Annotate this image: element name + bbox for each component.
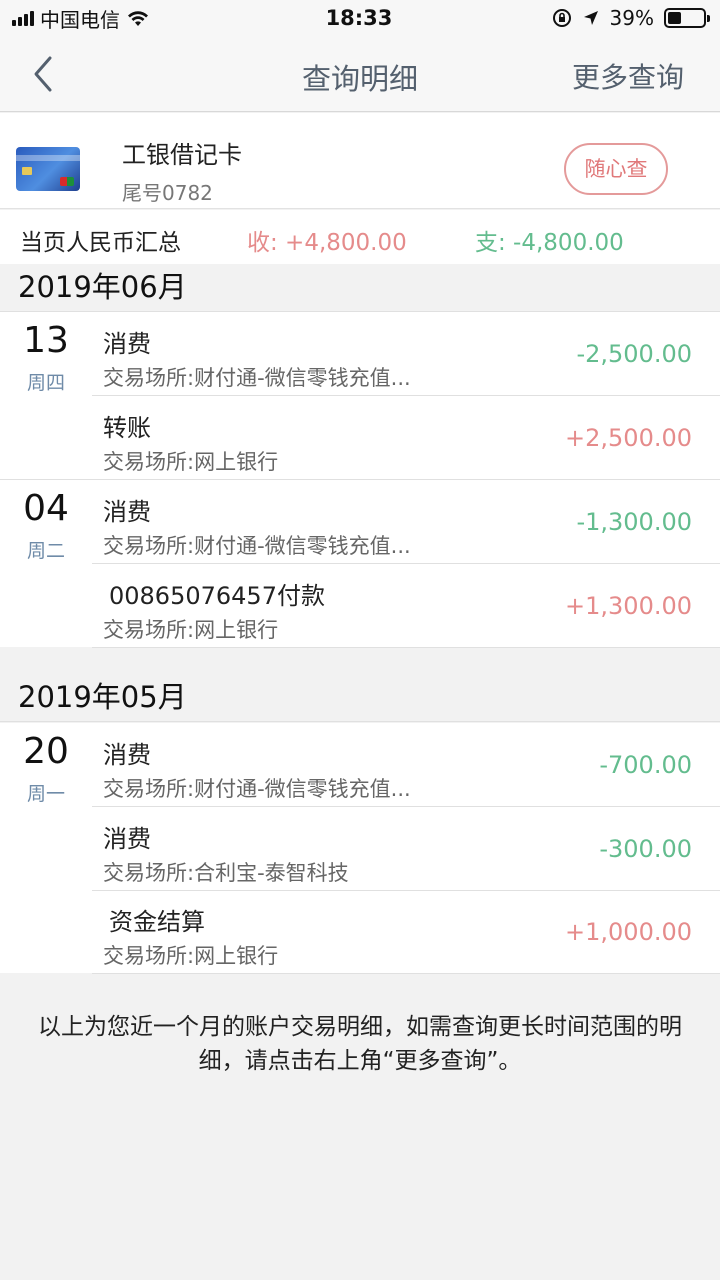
- battery-fill: [668, 12, 682, 24]
- txn-location: 交易场所:财付通-微信零钱充值...: [103, 534, 411, 558]
- transaction-row[interactable]: 消费 交易场所:财付通-微信零钱充值... -700.00: [92, 723, 720, 807]
- txn-title: 转账: [103, 414, 151, 442]
- month-header: 2019年06月: [0, 264, 720, 312]
- txn-amount: -2,500.00: [576, 340, 692, 368]
- txn-title: 消费: [103, 825, 151, 853]
- day-group: 04 周二 消费 交易场所:财付通-微信零钱充值... -1,300.00 00…: [0, 480, 720, 648]
- summary-expense: 支: -4,800.00: [475, 230, 624, 256]
- txn-title: 消费: [103, 330, 151, 358]
- txn-location: 交易场所:网上银行: [103, 618, 279, 642]
- txn-location: 交易场所:财付通-微信零钱充值...: [103, 366, 411, 390]
- battery-icon: [664, 8, 710, 28]
- day-group: 20 周一 消费 交易场所:财付通-微信零钱充值... -700.00 消费 交…: [0, 723, 720, 974]
- card-name: 工银借记卡: [122, 141, 242, 169]
- transaction-row[interactable]: 资金结算 交易场所:网上银行 +1,000.00: [92, 890, 720, 974]
- battery-percent: 39%: [609, 6, 654, 30]
- orientation-lock-icon: [552, 9, 571, 27]
- day-number: 20: [23, 731, 69, 772]
- day-weekday: 周四: [26, 372, 65, 394]
- card-info: 工银借记卡 尾号0782 随心查: [0, 113, 720, 209]
- txn-location: 交易场所:网上银行: [103, 450, 279, 474]
- more-query-button[interactable]: 更多查询: [572, 56, 684, 96]
- location-icon: [583, 11, 598, 25]
- txn-title: 消费: [103, 741, 151, 769]
- status-left: 中国电信: [12, 4, 272, 33]
- txn-title: 消费: [103, 498, 151, 526]
- back-button[interactable]: [22, 52, 66, 96]
- txn-amount: +2,500.00: [565, 424, 692, 452]
- day-weekday: 周一: [26, 783, 65, 805]
- footer-note: 以上为您近一个月的账户交易明细，如需查询更长时间范围的明细，请点击右上角“更多查…: [38, 1014, 682, 1074]
- txn-title: 00865076457付款: [109, 582, 325, 610]
- summary-row: 当页人民币汇总 收: +4,800.00 支: -4,800.00: [0, 210, 720, 264]
- month-header: 2019年05月: [0, 674, 720, 722]
- bank-card-icon: [16, 147, 80, 191]
- carrier-label: 中国电信: [40, 7, 120, 32]
- wifi-icon: [128, 11, 148, 26]
- transaction-row[interactable]: 消费 交易场所:合利宝-泰智科技 -300.00: [92, 807, 720, 891]
- transaction-row[interactable]: 00865076457付款 交易场所:网上银行 +1,300.00: [92, 564, 720, 648]
- card-tail-number: 尾号0782: [122, 181, 213, 205]
- txn-amount: -700.00: [599, 751, 692, 779]
- transaction-row[interactable]: 消费 交易场所:财付通-微信零钱充值... -2,500.00: [92, 312, 720, 396]
- summary-income: 收: +4,800.00: [247, 230, 407, 256]
- day-group: 13 周四 消费 交易场所:财付通-微信零钱充值... -2,500.00 转账…: [0, 312, 720, 480]
- day-number: 04: [23, 488, 69, 529]
- summary-label: 当页人民币汇总: [20, 230, 181, 256]
- clock: 18:33: [325, 6, 393, 30]
- status-right: 39%: [446, 6, 710, 30]
- txn-amount: -300.00: [599, 835, 692, 863]
- day-weekday: 周二: [26, 540, 65, 562]
- txn-amount: -1,300.00: [576, 508, 692, 536]
- txn-location: 交易场所:合利宝-泰智科技: [103, 861, 349, 885]
- nav-bar: 查询明细 更多查询: [0, 36, 720, 112]
- back-chevron-icon: [34, 56, 52, 92]
- txn-amount: +1,300.00: [565, 592, 692, 620]
- txn-title: 资金结算: [109, 908, 205, 936]
- transaction-row[interactable]: 消费 交易场所:财付通-微信零钱充值... -1,300.00: [92, 480, 720, 564]
- txn-location: 交易场所:网上银行: [103, 944, 279, 968]
- status-bar: 中国电信 18:33 39%: [0, 0, 720, 36]
- day-number: 13: [23, 320, 69, 361]
- txn-amount: +1,000.00: [565, 918, 692, 946]
- signal-icon: [12, 10, 34, 26]
- transaction-row[interactable]: 转账 交易场所:网上银行 +2,500.00: [92, 396, 720, 480]
- txn-location: 交易场所:财付通-微信零钱充值...: [103, 777, 411, 801]
- quick-query-button[interactable]: 随心查: [564, 143, 668, 195]
